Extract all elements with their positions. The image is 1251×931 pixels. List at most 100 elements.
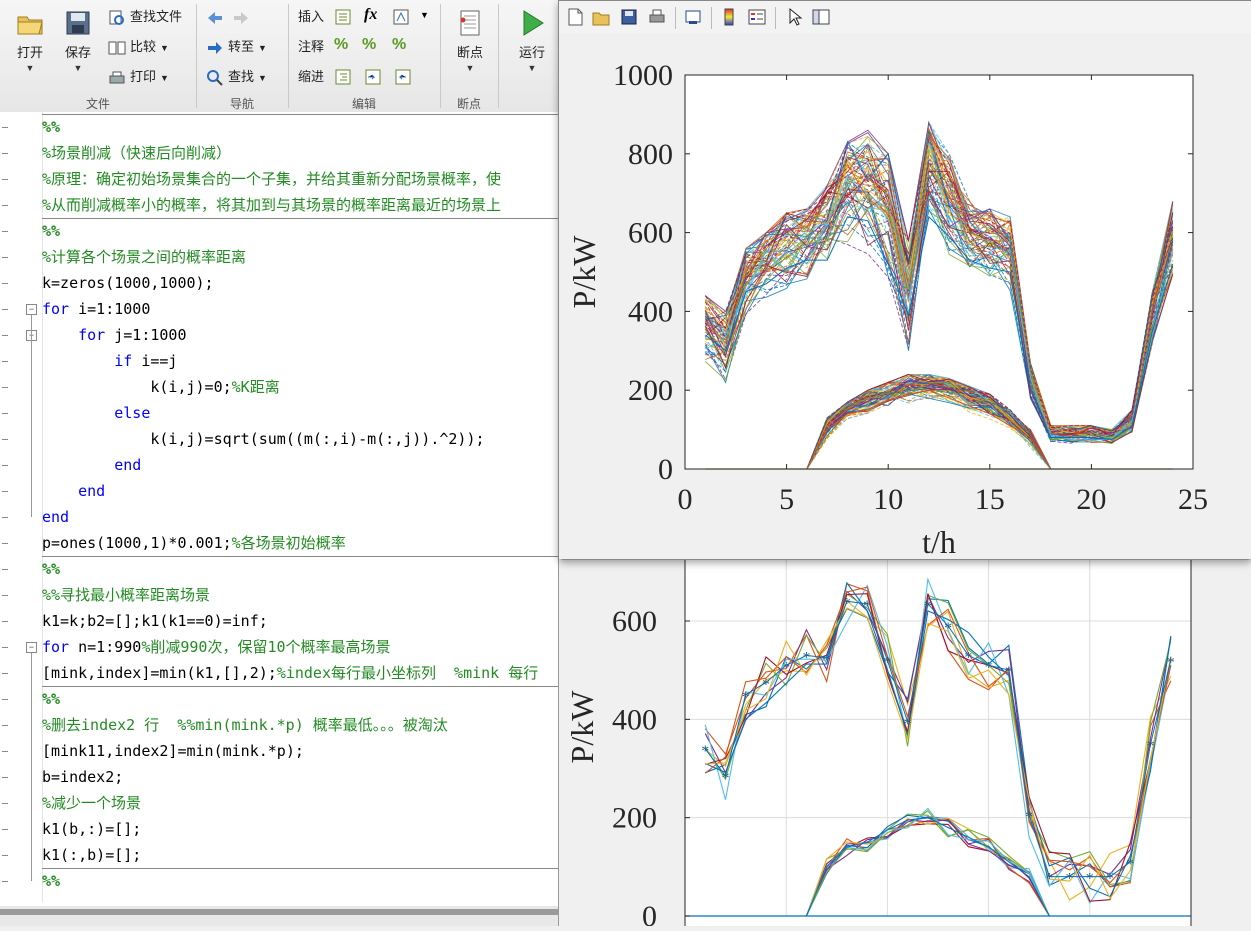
line-marker[interactable] [2,595,8,596]
save-button[interactable]: 保存 ▼ [56,6,100,86]
line-marker[interactable] [2,751,8,752]
line-marker[interactable] [2,569,8,570]
line-marker[interactable] [2,127,8,128]
code-line[interactable]: %% [42,218,560,244]
pointer-arrow-icon[interactable] [785,7,805,27]
code-line[interactable]: for n=1:990%削减990次，保留10个概率最高场景 [42,634,560,660]
code-line[interactable]: %%寻找最小概率距离场景 [42,582,560,608]
forward-arrow-icon[interactable] [232,9,250,27]
line-marker[interactable] [2,777,8,778]
code-line[interactable]: end [42,452,560,478]
property-inspector-icon[interactable] [811,7,831,27]
legend-icon[interactable] [747,7,767,27]
back-arrow-icon[interactable] [206,9,224,27]
comment-percent-icon[interactable]: % [334,36,348,54]
code-line[interactable]: %场景削减（快速后向削减） [42,140,560,166]
code-line[interactable]: end [42,504,560,530]
code-line[interactable]: %减少一个场景 [42,790,560,816]
wrap-comment-icon[interactable]: % [392,36,406,54]
line-marker[interactable] [2,855,8,856]
fold-toggle-icon[interactable]: − [26,642,37,653]
chevron-down-icon[interactable]: ▼ [420,10,429,20]
line-marker[interactable] [2,491,8,492]
line-marker[interactable] [2,413,8,414]
code-line[interactable]: k1(b,:)=[]; [42,816,560,842]
line-marker[interactable] [2,881,8,882]
link-plot-icon[interactable] [683,7,703,27]
code-line[interactable]: end [42,478,560,504]
new-figure-icon[interactable] [565,7,585,27]
open-button[interactable]: 打开 ▼ [8,6,52,86]
scrollbar-thumb[interactable] [0,909,558,915]
smart-indent-icon[interactable] [334,68,352,86]
code-line[interactable]: %计算各个场景之间的概率距离 [42,244,560,270]
goto-button[interactable]: 转至 ▼ [206,36,267,58]
code-line[interactable]: %% [42,556,560,582]
colorbar-icon[interactable] [719,7,739,27]
line-marker[interactable] [2,257,8,258]
code-line[interactable]: k1(:,b)=[]; [42,842,560,868]
print-figure-icon[interactable] [647,7,667,27]
figure-window-bottom[interactable]: * * * * * * * * * * * * * * * * * * * * * * * * 0 200 400 600 P/kW [558,555,1251,931]
code-line[interactable]: b=index2; [42,764,560,790]
insert-function-icon[interactable] [392,8,412,26]
code-line[interactable]: p=ones(1000,1)*0.001;%各场景初始概率 [42,530,560,556]
code-line[interactable]: %从而削减概率小的概率，将其加到与其场景的概率距离最近的场景上 [42,192,560,218]
line-marker[interactable] [2,517,8,518]
line-marker[interactable] [2,153,8,154]
insert-section-icon[interactable] [334,8,354,26]
print-button[interactable]: 打印 ▼ [108,66,169,88]
code-line[interactable]: [mink11,index2]=min(mink.*p); [42,738,560,764]
line-marker[interactable] [2,179,8,180]
decrease-indent-icon[interactable] [394,68,412,86]
back-forward-buttons[interactable] [206,6,254,28]
code-line[interactable]: k(i,j)=0;%K距离 [42,374,560,400]
fold-toggle-icon[interactable]: − [26,304,37,315]
increase-indent-icon[interactable] [364,68,382,86]
compare-button[interactable]: 比较 ▼ [108,36,169,58]
line-marker[interactable] [2,621,8,622]
line-marker[interactable] [2,439,8,440]
line-marker[interactable] [2,231,8,232]
line-marker[interactable] [2,335,8,336]
line-marker[interactable] [2,543,8,544]
breakpoints-button[interactable]: 断点 ▼ [448,6,492,86]
figure-window-top[interactable]: 0 5 10 15 20 25 0 200 400 600 800 1000 t/h P/kW [558,0,1251,560]
code-line[interactable]: k1=k;b2=[];k1(k1==0)=inf; [42,608,560,634]
line-marker[interactable] [2,465,8,466]
code-line[interactable]: else [42,400,560,426]
line-marker[interactable] [2,673,8,674]
code-line[interactable]: %原理：确定初始场景集合的一个子集，并给其重新分配场景概率，使 [42,166,560,192]
code-editor[interactable]: −−− %%%场景削减（快速后向削减）%原理：确定初始场景集合的一个子集，并给其… [0,112,560,912]
line-marker[interactable] [2,387,8,388]
indent-button[interactable]: 缩进 [298,66,324,88]
code-line[interactable]: for j=1:1000 [42,322,560,348]
horizontal-scrollbar[interactable] [0,906,560,926]
line-marker[interactable] [2,725,8,726]
line-marker[interactable] [2,647,8,648]
code-line[interactable]: %% [42,686,560,712]
insert-button[interactable]: 插入 [298,6,324,28]
code-line[interactable]: k=zeros(1000,1000); [42,270,560,296]
open-file-icon[interactable] [591,7,611,27]
code-line[interactable]: %删去index2 行 %%min(mink.*p) 概率最低。。。被淘汰 [42,712,560,738]
code-line[interactable]: for i=1:1000 [42,296,560,322]
line-gutter[interactable]: −−− [0,112,43,902]
code-line[interactable]: %% [42,868,560,894]
line-marker[interactable] [2,699,8,700]
uncomment-percent-icon[interactable]: % [362,36,376,54]
line-marker[interactable] [2,283,8,284]
code-line[interactable]: %% [42,114,560,140]
fx-icon[interactable]: fx [364,6,377,24]
comment-button[interactable]: 注释 [298,36,324,58]
line-marker[interactable] [2,361,8,362]
line-marker[interactable] [2,829,8,830]
run-button[interactable]: 运行 ▼ [510,6,554,86]
code-line[interactable]: k(i,j)=sqrt(sum((m(:,i)-m(:,j)).^2)); [42,426,560,452]
line-marker[interactable] [2,205,8,206]
save-figure-icon[interactable] [619,7,639,27]
line-marker[interactable] [2,309,8,310]
line-marker[interactable] [2,803,8,804]
find-files-button[interactable]: 查找文件 [108,6,182,28]
find-button[interactable]: 查找 ▼ [206,66,267,88]
